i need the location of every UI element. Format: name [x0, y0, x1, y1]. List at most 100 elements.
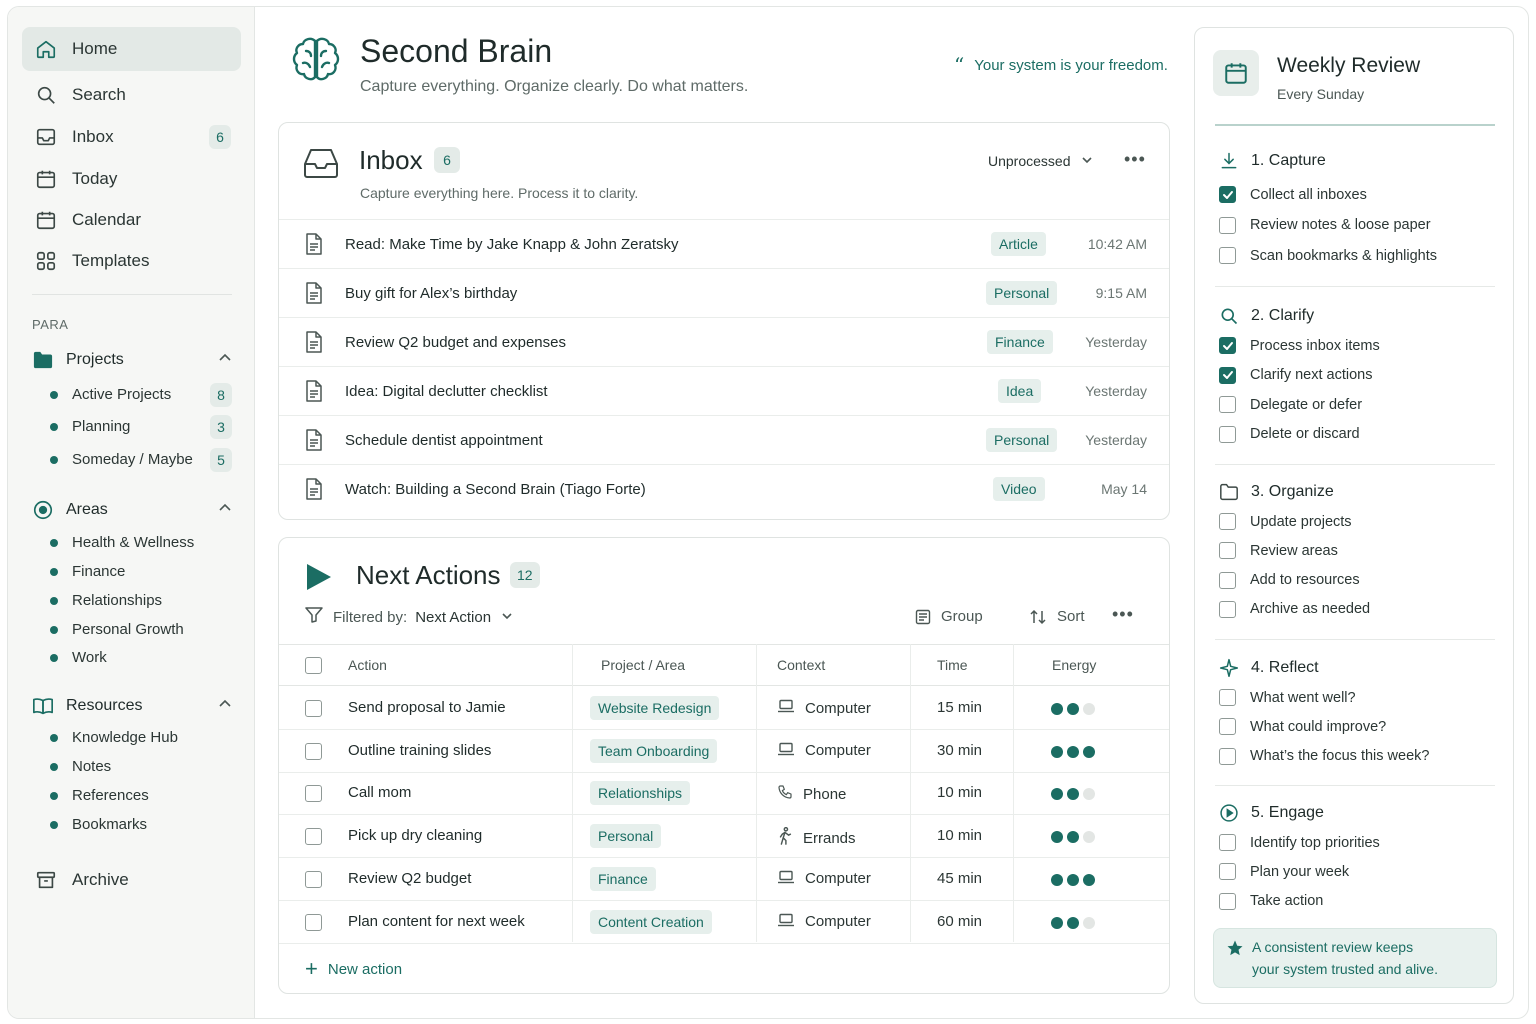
page-title: Second Brain [360, 33, 553, 69]
review-checkbox[interactable] [1219, 892, 1236, 910]
inbox-filter-dropdown[interactable]: Unprocessed [988, 153, 1093, 169]
review-checklist-item[interactable]: Scan bookmarks & highlights [1219, 247, 1437, 264]
nav-today[interactable]: Today [22, 157, 241, 201]
review-checkbox[interactable] [1219, 718, 1236, 736]
review-checkbox[interactable] [1219, 689, 1236, 706]
sidebar-item-work[interactable]: Work [50, 649, 232, 666]
row-checkbox[interactable] [305, 913, 322, 931]
table-row[interactable]: Pick up dry cleaning Personal Errands 10 mi… [279, 815, 1169, 859]
project-tag[interactable]: Website Redesign [590, 696, 720, 720]
nav-search[interactable]: Search [22, 73, 241, 117]
row-checkbox[interactable] [305, 870, 322, 888]
project-tag[interactable]: Content Creation [590, 909, 712, 934]
sidebar-divider [32, 294, 232, 295]
review-checkbox[interactable] [1219, 571, 1236, 589]
review-checklist-item[interactable]: Delegate or defer [1219, 396, 1362, 413]
review-checkbox[interactable] [1219, 337, 1236, 354]
group-button[interactable]: Group [915, 608, 983, 625]
inbox-item[interactable]: Idea: Digital declutter checklist Idea Yes… [279, 366, 1169, 415]
review-checkbox[interactable] [1219, 513, 1236, 530]
review-checklist-item[interactable]: Review areas [1219, 542, 1338, 560]
resources-group-toggle[interactable]: Resources [32, 695, 232, 717]
sidebar-item-personal-growth[interactable]: Personal Growth [50, 621, 232, 638]
sidebar-item-finance[interactable]: Finance [50, 563, 232, 580]
table-row[interactable]: Outline training slides Team Onboarding Co… [279, 730, 1169, 773]
row-checkbox[interactable] [305, 700, 322, 717]
row-checkbox[interactable] [305, 828, 322, 846]
review-checkbox[interactable] [1219, 247, 1236, 264]
inbox-item-tag[interactable]: Personal [986, 428, 1058, 452]
inbox-item-tag[interactable]: Idea [998, 379, 1042, 403]
review-checklist-item[interactable]: Plan your week [1219, 863, 1349, 881]
inbox-filter-label: Unprocessed [988, 153, 1071, 169]
sidebar-item-relationships[interactable]: Relationships [50, 592, 232, 609]
project-tag[interactable]: Finance [590, 866, 656, 891]
sidebar-item-someday[interactable]: Someday / Maybe 5 [50, 448, 232, 472]
review-checkbox[interactable] [1219, 396, 1236, 413]
review-checklist-item[interactable]: Delete or discard [1219, 425, 1360, 443]
inbox-item-tag[interactable]: Video [993, 477, 1045, 501]
inbox-item-tag[interactable]: Article [991, 232, 1046, 256]
select-all-checkbox[interactable] [305, 657, 322, 674]
nav-templates[interactable]: Templates [22, 239, 241, 283]
sidebar-item-bookmarks[interactable]: Bookmarks [50, 816, 232, 833]
sidebar-item-planning[interactable]: Planning 3 [50, 415, 232, 439]
inbox-item-tag[interactable]: Finance [987, 330, 1053, 354]
review-checklist-item[interactable]: Add to resources [1219, 571, 1360, 589]
inbox-item-tag[interactable]: Personal [986, 281, 1058, 305]
sub-item-label: Knowledge Hub [72, 729, 178, 746]
inbox-item[interactable]: Buy gift for Alex’s birthday Personal 9:15… [279, 268, 1169, 317]
review-checklist-item[interactable]: Take action [1219, 892, 1323, 910]
filter-dropdown[interactable]: Filtered by: Next Action [305, 607, 513, 627]
review-checklist-item[interactable]: Update projects [1219, 513, 1352, 530]
review-checkbox[interactable] [1219, 600, 1236, 618]
review-checkbox[interactable] [1219, 863, 1236, 881]
review-checklist-item[interactable]: Clarify next actions [1219, 366, 1373, 384]
nav-archive[interactable]: Archive [22, 858, 241, 902]
review-checkbox[interactable] [1219, 747, 1236, 765]
table-row[interactable]: Plan content for next week Content Creati… [279, 901, 1169, 944]
project-tag[interactable]: Team Onboarding [590, 738, 718, 763]
next-actions-more-icon[interactable]: ••• [1112, 604, 1134, 625]
review-checklist-item[interactable]: What’s the focus this week? [1219, 747, 1429, 765]
table-row[interactable]: Send proposal to Jamie Website Redesign Co… [279, 687, 1169, 730]
review-item-label: Identify top priorities [1250, 834, 1380, 851]
areas-group-toggle[interactable]: Areas [32, 499, 232, 521]
review-checkbox[interactable] [1219, 186, 1236, 203]
review-checklist-item[interactable]: What went well? [1219, 689, 1356, 706]
sidebar-item-health[interactable]: Health & Wellness [50, 534, 232, 551]
sidebar-item-references[interactable]: References [50, 787, 232, 804]
nav-home[interactable]: Home [22, 27, 241, 71]
review-checkbox[interactable] [1219, 425, 1236, 443]
review-checkbox[interactable] [1219, 542, 1236, 560]
review-checklist-item[interactable]: Process inbox items [1219, 337, 1380, 354]
sidebar-item-active-projects[interactable]: Active Projects 8 [50, 383, 232, 407]
inbox-item[interactable]: Watch: Building a Second Brain (Tiago Fo… [279, 464, 1169, 513]
review-checklist-item[interactable]: Identify top priorities [1219, 834, 1380, 851]
inbox-item[interactable]: Review Q2 budget and expenses Finance Yest… [279, 317, 1169, 366]
inbox-item[interactable]: Read: Make Time by Jake Knapp & John Zer… [279, 219, 1169, 268]
table-row[interactable]: Review Q2 budget Finance Computer 45 min [279, 858, 1169, 901]
project-tag[interactable]: Relationships [590, 781, 691, 806]
review-checklist-item[interactable]: Archive as needed [1219, 600, 1370, 618]
sort-button[interactable]: Sort [1029, 608, 1085, 625]
review-checklist-item[interactable]: Review notes & loose paper [1219, 216, 1431, 234]
inbox-item[interactable]: Schedule dentist appointment Personal Yest… [279, 415, 1169, 464]
projects-group-toggle[interactable]: Projects [32, 349, 232, 371]
new-action-button[interactable]: + New action [305, 956, 402, 982]
table-row[interactable]: Call mom Relationships Phone 10 min [279, 772, 1169, 816]
project-tag[interactable]: Personal [590, 824, 662, 849]
sidebar-item-notes[interactable]: Notes [50, 758, 232, 775]
review-checklist-item[interactable]: Collect all inboxes [1219, 186, 1367, 203]
review-checkbox[interactable] [1219, 216, 1236, 234]
inbox-item-text: Review Q2 budget and expenses [345, 333, 566, 351]
row-checkbox[interactable] [305, 785, 322, 803]
review-checkbox[interactable] [1219, 834, 1236, 851]
row-checkbox[interactable] [305, 742, 322, 760]
sidebar-item-knowledge-hub[interactable]: Knowledge Hub [50, 729, 232, 746]
review-checklist-item[interactable]: What could improve? [1219, 718, 1386, 736]
review-checkbox[interactable] [1219, 366, 1236, 384]
nav-inbox[interactable]: Inbox 6 [22, 115, 241, 159]
nav-calendar[interactable]: Calendar [22, 198, 241, 242]
inbox-more-icon[interactable]: ••• [1124, 149, 1146, 170]
